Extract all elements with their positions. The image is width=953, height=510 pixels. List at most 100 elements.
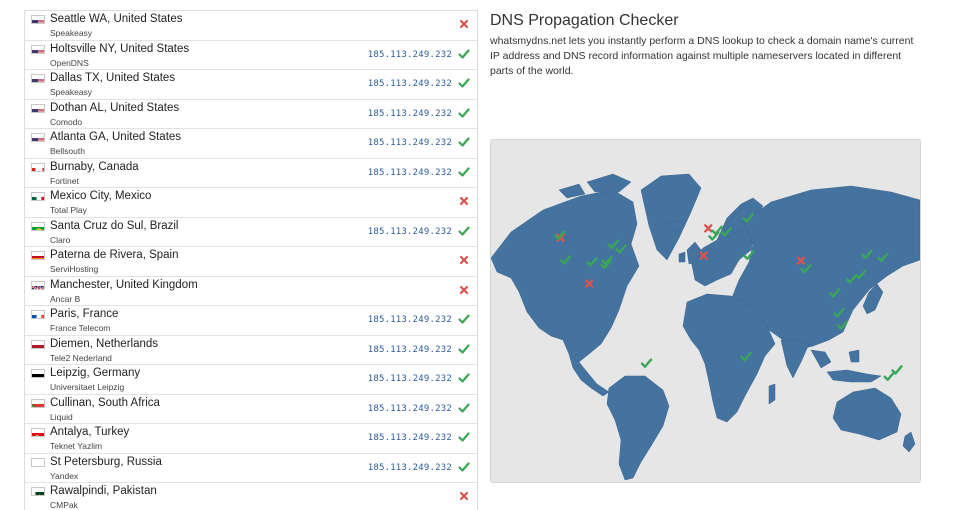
cross-icon xyxy=(458,254,470,266)
page-title: DNS Propagation Checker xyxy=(490,12,679,29)
result-row[interactable]: Paris, France France Telecom 185.113.249… xyxy=(25,306,477,336)
result-location: Holtsville NY, United States xyxy=(50,42,190,55)
result-location: Manchester, United Kingdom xyxy=(50,278,198,291)
flag-za-icon xyxy=(31,398,45,408)
result-row[interactable]: Diemen, Netherlands Tele2 Nederland 185.… xyxy=(25,336,477,365)
result-provider: Total Play xyxy=(50,205,87,215)
result-provider: Claro xyxy=(50,234,71,245)
result-row[interactable]: St Petersburg, Russia Yandex 185.113.249… xyxy=(25,454,477,483)
result-location: Cullinan, South Africa xyxy=(50,396,160,409)
result-provider: Bellsouth xyxy=(50,146,85,156)
result-provider: Universitaet Leipzig xyxy=(50,382,125,392)
result-row[interactable]: Dothan AL, United States Comodo 185.113.… xyxy=(25,100,477,129)
result-location: Diemen, Netherlands xyxy=(50,337,159,350)
result-provider: CMPak xyxy=(50,500,78,510)
result-provider: Teknet Yazlim xyxy=(50,441,103,451)
result-row[interactable]: Burnaby, Canada Fortinet 185.113.249.232 xyxy=(25,159,477,188)
result-row[interactable]: Rawalpindi, Pakistan CMPak xyxy=(25,483,477,510)
checkmark-icon xyxy=(458,166,470,178)
result-provider: OpenDNS xyxy=(50,57,89,68)
result-location: Mexico City, Mexico xyxy=(50,190,152,202)
flag-br-icon xyxy=(31,221,45,231)
result-location: Paterna de Rivera, Spain xyxy=(50,249,179,261)
world-map-svg xyxy=(491,173,920,481)
result-ip[interactable]: 185.113.249.232 xyxy=(368,50,452,60)
result-ip[interactable]: 185.113.249.232 xyxy=(368,168,452,178)
flag-ru-icon xyxy=(31,457,45,467)
flag-ca-icon xyxy=(31,162,45,172)
result-location: Atlanta GA, United States xyxy=(50,131,182,143)
result-provider: Comodo xyxy=(50,116,83,127)
result-ip[interactable]: 185.113.249.232 xyxy=(368,374,452,384)
result-ip[interactable]: 185.113.249.232 xyxy=(368,315,452,325)
result-location: Dothan AL, United States xyxy=(50,101,180,114)
flag-mx-icon xyxy=(31,192,45,201)
checkmark-icon xyxy=(458,107,470,119)
result-ip[interactable]: 185.113.249.232 xyxy=(368,463,452,473)
result-row[interactable]: Antalya, Turkey Teknet Yazlim 185.113.24… xyxy=(25,424,477,454)
result-location: Santa Cruz do Sul, Brazil xyxy=(50,219,179,232)
checkmark-icon xyxy=(458,431,470,443)
result-row[interactable]: Dallas TX, United States Speakeasy 185.1… xyxy=(25,70,477,100)
result-ip[interactable]: 185.113.249.232 xyxy=(368,138,452,148)
result-row[interactable]: Mexico City, Mexico Total Play xyxy=(25,188,477,218)
flag-us-icon xyxy=(31,133,45,142)
result-ip[interactable]: 185.113.249.232 xyxy=(368,345,452,355)
checkmark-icon xyxy=(458,225,470,237)
result-provider: Liquid xyxy=(50,411,73,422)
cross-icon xyxy=(458,284,470,296)
page-description: whatsmydns.net lets you instantly perfor… xyxy=(490,35,914,77)
checkmark-icon xyxy=(458,77,470,89)
result-location: Dallas TX, United States xyxy=(50,72,176,84)
world-map[interactable] xyxy=(490,139,921,483)
flag-de-icon xyxy=(31,369,45,378)
map-land xyxy=(491,173,920,481)
result-ip[interactable]: 185.113.249.232 xyxy=(368,109,452,119)
cross-icon xyxy=(458,18,470,30)
result-provider: Fortinet xyxy=(50,175,79,186)
flag-es-icon xyxy=(31,251,45,260)
result-provider: Speakeasy xyxy=(50,87,93,97)
flag-pk-icon xyxy=(31,487,45,496)
result-provider: ServiHosting xyxy=(50,264,99,274)
result-location: Seattle WA, United States xyxy=(50,13,183,25)
result-row[interactable]: Atlanta GA, United States Bellsouth 185.… xyxy=(25,129,477,159)
result-location: Leipzig, Germany xyxy=(50,367,141,379)
result-row[interactable]: Seattle WA, United States Speakeasy xyxy=(25,11,477,41)
result-ip[interactable]: 185.113.249.232 xyxy=(368,404,452,414)
result-ip[interactable]: 185.113.249.232 xyxy=(368,433,452,443)
result-row[interactable]: Leipzig, Germany Universitaet Leipzig 18… xyxy=(25,365,477,395)
cross-icon xyxy=(458,490,470,502)
flag-gb-icon xyxy=(31,280,45,290)
result-row[interactable]: Manchester, United Kingdom Ancar B xyxy=(25,277,477,306)
result-ip[interactable]: 185.113.249.232 xyxy=(368,227,452,237)
checkmark-icon xyxy=(458,48,470,60)
result-row[interactable]: Cullinan, South Africa Liquid 185.113.24… xyxy=(25,395,477,424)
result-provider: Tele2 Nederland xyxy=(50,352,112,363)
map-marker-fail-icon[interactable] xyxy=(704,224,713,233)
flag-tr-icon xyxy=(31,428,45,437)
result-location: St Petersburg, Russia xyxy=(50,455,162,468)
map-marker-ok-icon[interactable] xyxy=(883,371,895,381)
result-row[interactable]: Holtsville NY, United States OpenDNS 185… xyxy=(25,41,477,70)
checkmark-icon xyxy=(458,402,470,414)
map-marker-ok-icon[interactable] xyxy=(640,358,653,368)
checkmark-icon xyxy=(458,136,470,148)
result-ip[interactable]: 185.113.249.232 xyxy=(368,79,452,89)
flag-us-icon xyxy=(31,103,45,113)
result-row[interactable]: Santa Cruz do Sul, Brazil Claro 185.113.… xyxy=(25,218,477,247)
flag-us-icon xyxy=(31,44,45,54)
result-location: Antalya, Turkey xyxy=(50,426,130,438)
result-provider: Yandex xyxy=(50,470,79,481)
cross-icon xyxy=(458,195,470,207)
flag-nl-icon xyxy=(31,339,45,349)
flag-fr-icon xyxy=(31,310,45,319)
result-location: Rawalpindi, Pakistan xyxy=(50,485,157,497)
checkmark-icon xyxy=(458,343,470,355)
checkmark-icon xyxy=(458,313,470,325)
result-row[interactable]: Paterna de Rivera, Spain ServiHosting xyxy=(25,247,477,277)
result-provider: France Telecom xyxy=(50,323,111,333)
result-provider: Speakeasy xyxy=(50,28,93,38)
flag-us-icon xyxy=(31,74,45,83)
result-location: Paris, France xyxy=(50,308,119,320)
